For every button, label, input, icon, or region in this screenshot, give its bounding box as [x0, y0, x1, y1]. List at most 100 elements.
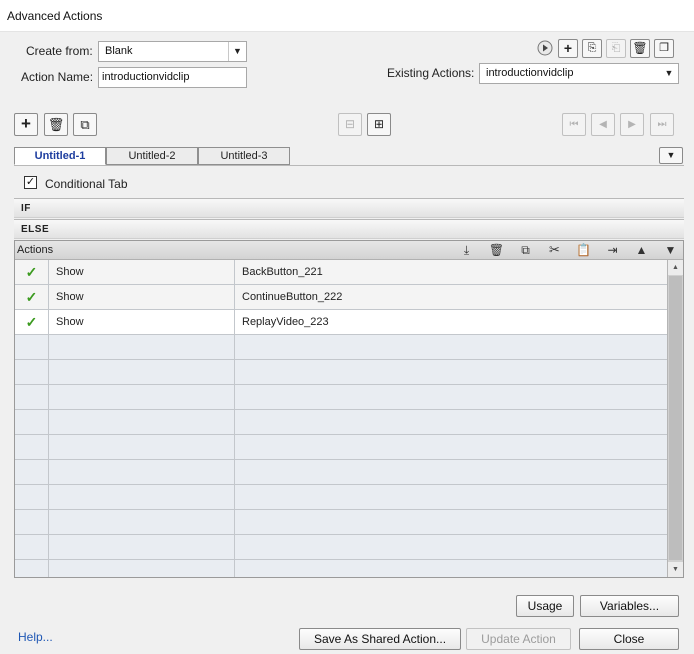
cut-icon[interactable]: ✂ — [545, 241, 564, 259]
move-down-icon[interactable]: ▼ — [661, 241, 680, 259]
status-cell[interactable] — [15, 560, 49, 577]
first-icon[interactable]: ⏮ — [562, 113, 586, 136]
status-cell[interactable] — [15, 485, 49, 510]
add-action-icon[interactable]: + — [558, 39, 578, 58]
help-link[interactable]: Help... — [18, 630, 53, 644]
action-cell[interactable]: Show — [49, 285, 235, 310]
move-up-icon[interactable]: ▲ — [632, 241, 651, 259]
empty-table-row[interactable] — [15, 410, 667, 435]
copy-row-icon[interactable]: ⧉ — [516, 241, 535, 259]
target-cell[interactable] — [235, 385, 667, 410]
empty-table-row[interactable] — [15, 385, 667, 410]
status-cell[interactable]: ✓ — [15, 285, 49, 310]
import-icon[interactable]: ⎘ — [582, 39, 602, 58]
status-cell[interactable] — [15, 410, 49, 435]
action-cell[interactable] — [49, 535, 235, 560]
empty-table-row[interactable] — [15, 460, 667, 485]
target-cell[interactable] — [235, 435, 667, 460]
status-cell[interactable] — [15, 360, 49, 385]
table-row[interactable]: ✓ Show ContinueButton_222 — [15, 285, 667, 310]
insert-after-row-icon[interactable]: ⇥ — [603, 241, 622, 259]
action-cell[interactable]: Show — [49, 260, 235, 285]
delete-row-icon[interactable]: 🗑 — [487, 241, 506, 259]
insert-row-icon[interactable]: ⤓ — [457, 241, 476, 259]
status-cell[interactable]: ✓ — [15, 310, 49, 335]
insert-after-icon[interactable]: ⊞ — [367, 113, 391, 136]
target-cell[interactable] — [235, 460, 667, 485]
delete-decision-icon[interactable]: 🗑 — [44, 113, 68, 136]
status-cell[interactable] — [15, 385, 49, 410]
action-value: Show — [56, 316, 84, 328]
status-cell[interactable] — [15, 535, 49, 560]
action-value: Show — [56, 291, 84, 303]
if-section-bar[interactable]: IF — [14, 198, 684, 218]
target-cell[interactable] — [235, 560, 667, 577]
else-label: ELSE — [21, 224, 50, 235]
next-icon[interactable]: ▶ — [620, 113, 644, 136]
delete-action-icon[interactable]: 🗑 — [630, 39, 650, 58]
target-cell[interactable] — [235, 335, 667, 360]
preview-play-icon[interactable] — [535, 40, 554, 58]
action-cell[interactable] — [49, 360, 235, 385]
empty-table-row[interactable] — [15, 560, 667, 577]
usage-button[interactable]: Usage — [516, 595, 574, 617]
paste-icon[interactable]: 📋 — [574, 241, 593, 259]
create-from-select[interactable]: Blank ▼ — [98, 41, 247, 62]
add-decision-icon[interactable]: + — [14, 113, 38, 136]
empty-table-row[interactable] — [15, 535, 667, 560]
status-cell[interactable] — [15, 460, 49, 485]
action-cell[interactable] — [49, 510, 235, 535]
status-cell[interactable] — [15, 510, 49, 535]
save-as-shared-action-button[interactable]: Save As Shared Action... — [299, 628, 461, 650]
scroll-down-icon[interactable]: ▼ — [668, 562, 683, 577]
insert-before-icon[interactable]: ⊟ — [338, 113, 362, 136]
previous-icon[interactable]: ◀ — [591, 113, 615, 136]
action-cell[interactable] — [49, 560, 235, 577]
target-cell[interactable]: BackButton_221 — [235, 260, 667, 285]
action-cell[interactable] — [49, 435, 235, 460]
empty-table-row[interactable] — [15, 335, 667, 360]
last-icon[interactable]: ⏭ — [650, 113, 674, 136]
existing-actions-select[interactable]: introductionvidclip ▼ — [479, 63, 679, 84]
action-cell[interactable] — [49, 460, 235, 485]
empty-table-row[interactable] — [15, 360, 667, 385]
target-cell[interactable] — [235, 360, 667, 385]
valid-check-icon: ✓ — [25, 289, 38, 305]
duplicate-decision-icon[interactable]: ⧉ — [73, 113, 97, 136]
conditional-tab-checkbox[interactable]: ✓ — [24, 176, 37, 189]
scroll-up-icon[interactable]: ▲ — [668, 260, 683, 275]
target-cell[interactable] — [235, 410, 667, 435]
status-cell[interactable]: ✓ — [15, 260, 49, 285]
empty-table-row[interactable] — [15, 435, 667, 460]
update-action-button[interactable]: Update Action — [466, 628, 571, 650]
action-name-input[interactable]: introductionvidclip — [98, 67, 247, 88]
table-row[interactable]: ✓ Show BackButton_221 — [15, 260, 667, 285]
action-cell[interactable] — [49, 385, 235, 410]
empty-table-row[interactable] — [15, 510, 667, 535]
target-cell[interactable]: ReplayVideo_223 — [235, 310, 667, 335]
close-button[interactable]: Close — [579, 628, 679, 650]
target-cell[interactable] — [235, 535, 667, 560]
status-cell[interactable] — [15, 435, 49, 460]
tab-untitled-1[interactable]: Untitled-1 — [14, 147, 106, 165]
target-cell[interactable] — [235, 510, 667, 535]
duplicate-action-icon[interactable]: ❐ — [654, 39, 674, 58]
action-cell[interactable]: Show — [49, 310, 235, 335]
tab-untitled-3[interactable]: Untitled-3 — [198, 147, 290, 165]
create-from-value: Blank — [105, 45, 133, 57]
tab-untitled-2[interactable]: Untitled-2 — [106, 147, 198, 165]
else-section-bar[interactable]: ELSE — [14, 219, 684, 239]
status-cell[interactable] — [15, 335, 49, 360]
table-row[interactable]: ✓ Show ReplayVideo_223 — [15, 310, 667, 335]
target-cell[interactable]: ContinueButton_222 — [235, 285, 667, 310]
variables-button[interactable]: Variables... — [580, 595, 679, 617]
action-cell[interactable] — [49, 485, 235, 510]
empty-table-row[interactable] — [15, 485, 667, 510]
action-cell[interactable] — [49, 410, 235, 435]
export-icon[interactable]: ⎗ — [606, 39, 626, 58]
action-cell[interactable] — [49, 335, 235, 360]
actions-scrollbar[interactable]: ▲ ▼ — [667, 260, 683, 577]
scroll-thumb[interactable] — [669, 276, 682, 560]
tabs-menu-chevron-down-icon[interactable]: ▼ — [659, 147, 683, 164]
target-cell[interactable] — [235, 485, 667, 510]
